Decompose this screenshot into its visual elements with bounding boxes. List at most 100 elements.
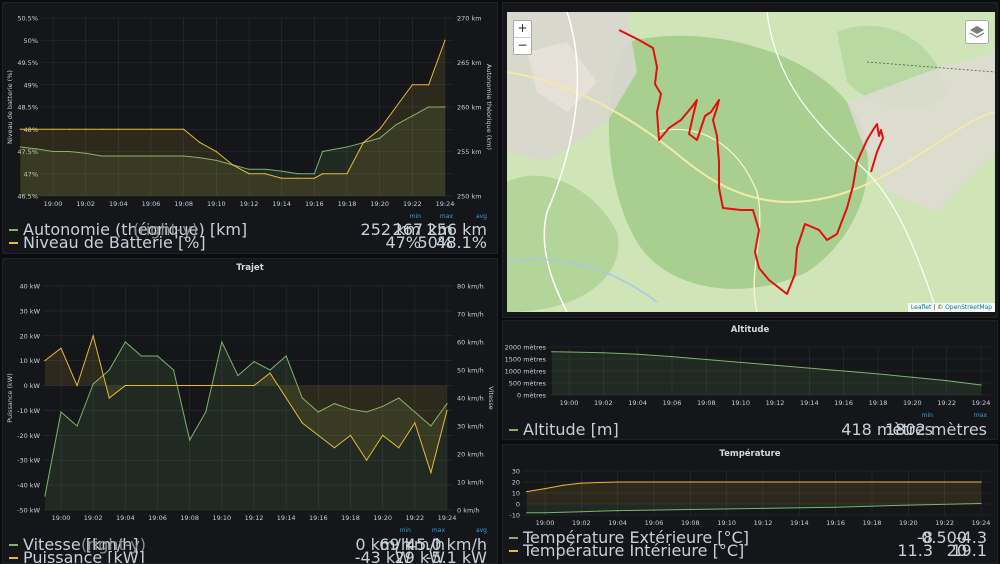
data-point <box>526 490 528 493</box>
data-point <box>346 173 348 175</box>
data-point <box>562 484 564 486</box>
y-right-tick-label: 20 km/h <box>457 451 484 459</box>
legend-swatch <box>9 229 18 231</box>
y-tick-label: 10 <box>512 490 520 498</box>
x-tick-label: 19:08 <box>174 200 193 208</box>
y-right-tick-label: 50 km/h <box>457 367 484 375</box>
data-point <box>544 488 546 490</box>
x-tick-label: 19:18 <box>338 200 357 208</box>
x-tick-label: 19:10 <box>212 514 231 522</box>
legend-label: Puissance [kW] <box>23 548 145 564</box>
data-point <box>317 434 319 436</box>
y-right-tick-label: 260 km <box>457 104 482 112</box>
data-point <box>297 177 299 179</box>
legend-label: Altitude [m] <box>523 420 619 439</box>
battery-chart: 50.5%50%49.5%49%48.5%48%47.5%47%46.5%270… <box>6 15 493 209</box>
attribution-separator: | © <box>931 304 946 311</box>
y-right-tick-label: 265 km <box>457 59 482 67</box>
data-point <box>907 504 909 506</box>
data-point <box>124 384 126 387</box>
legend-swatch <box>509 429 518 431</box>
x-tick-label: 19:22 <box>405 514 424 522</box>
x-tick-label: 19:02 <box>76 200 95 208</box>
data-point <box>183 128 185 130</box>
series-area <box>526 482 981 504</box>
data-point <box>92 335 94 337</box>
legend-item-altitude[interactable]: Altitude [m] 418 mètres 1802 mètres <box>509 420 989 439</box>
y-tick-label: 0 kW <box>24 382 41 390</box>
x-tick-label: 19:08 <box>697 399 716 407</box>
data-point <box>911 376 913 378</box>
data-point <box>205 411 207 413</box>
y-tick-label: 49.5% <box>17 59 38 67</box>
x-tick-label: 19:06 <box>663 399 682 407</box>
x-tick-label: 19:02 <box>594 399 613 407</box>
x-tick-label: 19:20 <box>899 519 918 527</box>
legend-item-puissance[interactable]: Puissance [kW] -43 kW 29 kW -5.1 kW <box>9 548 489 564</box>
legend-swatch <box>509 550 518 552</box>
x-tick-label: 19:02 <box>84 514 103 522</box>
y-axis-title: Niveau de batterie (%) <box>6 70 14 144</box>
x-tick-label: 19:14 <box>272 200 291 208</box>
data-point <box>189 439 191 441</box>
x-tick-label: 19:12 <box>754 519 773 527</box>
trajet-panel: Trajet 40 kW 30 kW 20 kW 10 kW 0 kW -10 kW -20… <box>2 258 498 564</box>
x-tick-label: 19:20 <box>903 399 922 407</box>
y-tick-label: -20 kW <box>17 432 40 440</box>
x-tick-label: 19:00 <box>44 200 63 208</box>
x-tick-label: 19:24 <box>438 514 457 522</box>
data-point <box>598 510 601 512</box>
zoom-out-button[interactable]: − <box>514 37 531 54</box>
x-tick-label: 19:12 <box>240 200 259 208</box>
y-tick-label: 49% <box>24 81 38 89</box>
data-point <box>671 356 673 358</box>
legend-header-min: min <box>399 527 411 534</box>
data-point <box>382 434 384 436</box>
legend-label: Température Intérieure [°C] <box>523 541 745 560</box>
y-right-axis-title: Vitesse <box>487 386 495 409</box>
data-point <box>637 353 639 355</box>
x-tick-label: 19:22 <box>935 519 954 527</box>
data-point <box>253 384 255 387</box>
x-tick-label: 19:20 <box>370 200 389 208</box>
route-map[interactable]: + − Leaflet | © OpenStreetMap <box>507 12 995 312</box>
osm-link[interactable]: OpenStreetMap <box>945 304 992 311</box>
x-tick-label: 19:08 <box>681 519 700 527</box>
data-point <box>321 173 324 175</box>
zoom-in-button[interactable]: + <box>514 21 531 37</box>
data-point <box>189 384 191 387</box>
battery-panel: 50.5% 50% 49.5% 49% 48.5% 48% 47.5% 47% 46.5% 270… <box>2 2 498 254</box>
data-point <box>398 447 400 449</box>
data-point <box>199 142 201 144</box>
data-point <box>140 384 143 387</box>
data-point <box>85 128 87 130</box>
map-tiles[interactable] <box>507 12 995 312</box>
data-point <box>117 128 119 130</box>
y-right-tick-label: 255 km <box>457 148 482 156</box>
y-axis-title: Puissance (kW) <box>6 373 14 423</box>
x-tick-label: 19:08 <box>180 514 199 522</box>
legend-item-batterie[interactable]: Niveau de Batterie [%] 47% 50% 48.1% <box>9 235 489 251</box>
y-tick-label: -30 kW <box>17 457 40 465</box>
x-tick-label: 19:18 <box>341 514 360 522</box>
data-point <box>156 384 159 387</box>
series-area <box>551 351 981 395</box>
y-right-tick-label: 10 km/h <box>457 479 484 487</box>
legend-item-temp-int[interactable]: Température Intérieure [°C] 11.3 20 19.1 <box>509 541 989 560</box>
x-tick-label: 19:16 <box>826 519 845 527</box>
data-point <box>205 384 207 387</box>
zoom-control: + − <box>513 20 532 55</box>
y-tick-label: 40 kW <box>19 283 40 291</box>
data-point <box>237 375 239 377</box>
layers-button[interactable] <box>965 20 989 44</box>
data-point <box>140 355 143 357</box>
data-point <box>76 425 78 427</box>
data-point <box>313 173 315 175</box>
data-point <box>907 481 909 483</box>
data-point <box>172 369 175 371</box>
data-point <box>689 481 691 483</box>
x-tick-label: 19:22 <box>403 200 422 208</box>
legend-header-max: max <box>973 412 987 419</box>
data-point <box>150 128 152 130</box>
leaflet-link[interactable]: Leaflet <box>911 304 931 311</box>
